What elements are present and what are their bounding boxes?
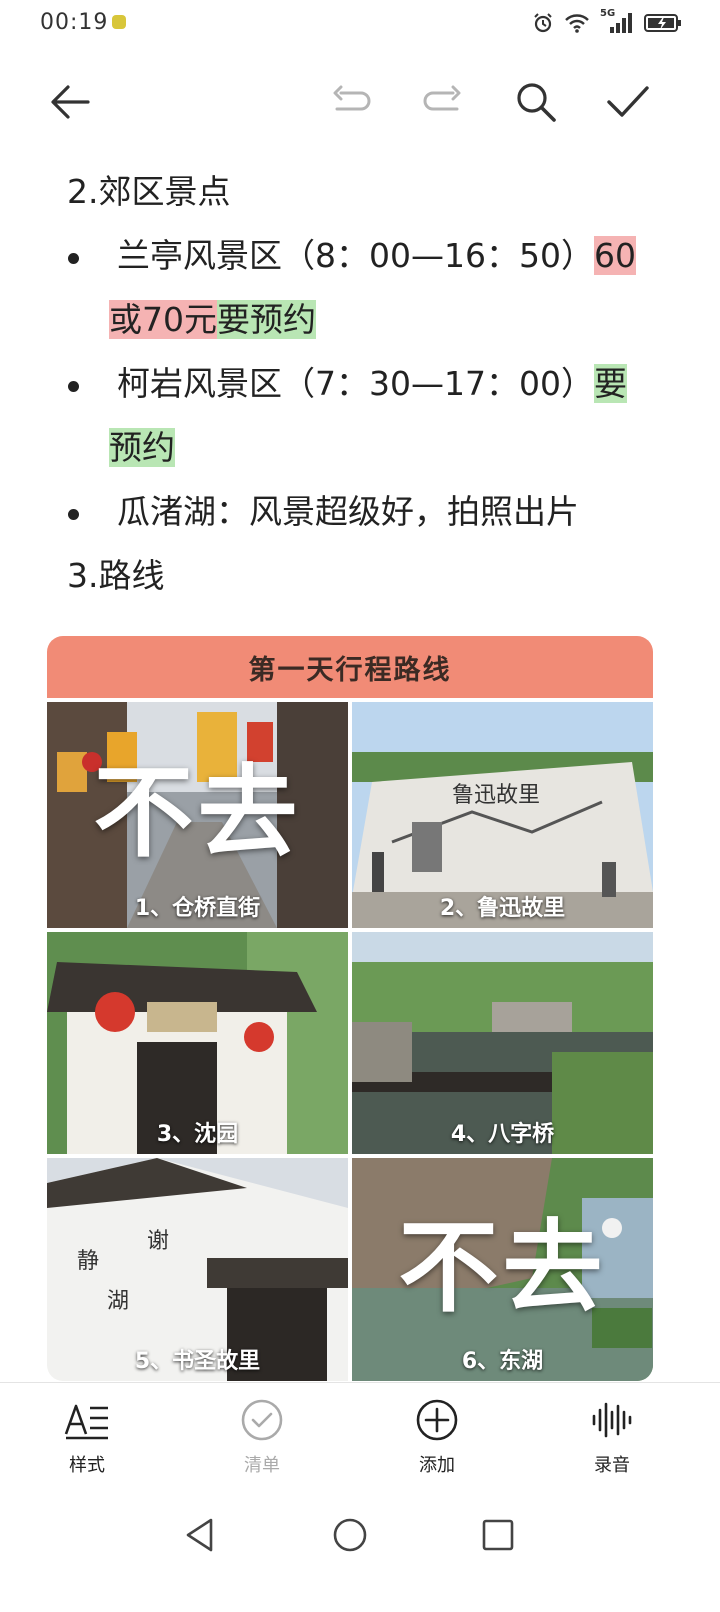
tile-label: 1、仓桥直街 [134, 896, 261, 921]
confirm-button[interactable] [604, 78, 652, 126]
checkmark-icon [607, 86, 649, 117]
add-circle-icon [416, 1399, 458, 1441]
photo-tile-donghu: 不去 6、东湖 [352, 1158, 653, 1381]
highlight-reservation: 要预约 [217, 300, 316, 339]
battery-charging-icon [644, 14, 681, 32]
list-item-keyan-cont: 预约 [109, 420, 175, 476]
status-time: 00:19 [40, 10, 109, 35]
network-type: 5G [600, 8, 616, 19]
tile-label: 5、书圣故里 [134, 1349, 261, 1374]
list-item-keyan: 柯岩风景区（7：30—17：00）要 [117, 356, 627, 412]
square-recents-icon [482, 1519, 514, 1551]
tile-label: 2、鲁迅故里 [439, 896, 566, 921]
wifi-icon [565, 14, 589, 33]
triangle-back-icon [186, 1518, 213, 1552]
record-button[interactable]: 录音 [552, 1397, 672, 1487]
tile-label: 6、东湖 [461, 1349, 544, 1374]
tile-label: 3、沈园 [156, 1122, 239, 1147]
highlight-price: 60 [593, 236, 636, 275]
add-button[interactable]: 添加 [377, 1397, 497, 1487]
search-icon [517, 83, 556, 122]
highlight-reservation: 预约 [109, 428, 175, 467]
style-label: 样式 [69, 1455, 105, 1476]
editor-toolbar [0, 60, 720, 140]
cellular-signal-icon: 5G [600, 8, 634, 35]
photo-tile-shenyuan: 3、沈园 [47, 932, 348, 1154]
heading-suburbs: 2.郊区景点 [67, 172, 231, 211]
photo-tile-luxun: 鲁迅故里 2、鲁迅故里 [352, 702, 653, 928]
bullet [68, 509, 79, 520]
system-back-button[interactable] [175, 1510, 225, 1560]
highlight-price: 或70元 [109, 300, 217, 339]
style-button[interactable]: 样式 [27, 1397, 147, 1487]
search-button[interactable] [512, 78, 560, 126]
svg-text:静: 静 [77, 1249, 99, 1274]
bullet [68, 381, 79, 392]
svg-text:鲁迅故里: 鲁迅故里 [452, 783, 540, 808]
alarm-icon [534, 13, 552, 33]
tile-overlay-text: 不去 [398, 1208, 607, 1326]
list-item-lanting: 兰亭风景区（8：00—16：50）60 [117, 228, 636, 284]
record-label: 录音 [594, 1455, 630, 1476]
redo-button[interactable] [418, 78, 466, 126]
itinerary-image[interactable]: 第一天行程路线 不去 1、仓桥直街 鲁迅故里 2、鲁迅故里 3、沈园 4、八字桥… [47, 636, 653, 1381]
status-icons: 5G [532, 8, 682, 36]
svg-text:谢: 谢 [147, 1229, 169, 1254]
photo-tile-bazi: 4、八字桥 [352, 932, 653, 1154]
tile-label: 4、八字桥 [450, 1122, 555, 1147]
list-item-lanting-cont: 或70元要预约 [109, 292, 316, 348]
arrow-left-icon [51, 85, 90, 119]
checklist-label: 清单 [244, 1455, 280, 1476]
svg-text:湖: 湖 [107, 1289, 129, 1314]
audio-wave-icon [592, 1402, 632, 1438]
notification-app-icon [112, 15, 126, 29]
add-label: 添加 [419, 1455, 455, 1476]
editor-bottom-bar: 样式 清单 添加 录音 [0, 1382, 720, 1493]
back-button[interactable] [46, 78, 94, 126]
list-item-text: 兰亭风景区（8：00—16：50） [117, 236, 594, 275]
bullet [68, 253, 79, 264]
status-bar: 00:19 5G [0, 0, 720, 48]
checklist-button[interactable]: 清单 [202, 1397, 322, 1487]
checklist-icon [241, 1399, 283, 1441]
highlight-reservation: 要 [593, 364, 627, 403]
undo-button[interactable] [328, 78, 376, 126]
photo-tile-cangqiao: 不去 1、仓桥直街 [47, 702, 348, 928]
heading-route: 3.路线 [67, 556, 165, 595]
text-style-icon [64, 1404, 108, 1440]
system-home-button[interactable] [325, 1510, 375, 1560]
system-recents-button[interactable] [473, 1510, 523, 1560]
card-header: 第一天行程路线 [47, 636, 653, 698]
undo-icon [333, 85, 371, 111]
list-item-guazhu: 瓜渚湖：风景超级好，拍照出片 [117, 492, 579, 531]
system-navigation-bar [0, 1492, 720, 1612]
photo-tile-shusheng: 静 湖 谢 5、书圣故里 [47, 1158, 348, 1381]
redo-icon [423, 85, 461, 111]
tile-overlay-text: 不去 [93, 753, 302, 871]
card-title: 第一天行程路线 [248, 654, 452, 686]
circle-home-icon [333, 1518, 367, 1552]
list-item-text: 柯岩风景区（7：30—17：00） [117, 364, 594, 403]
